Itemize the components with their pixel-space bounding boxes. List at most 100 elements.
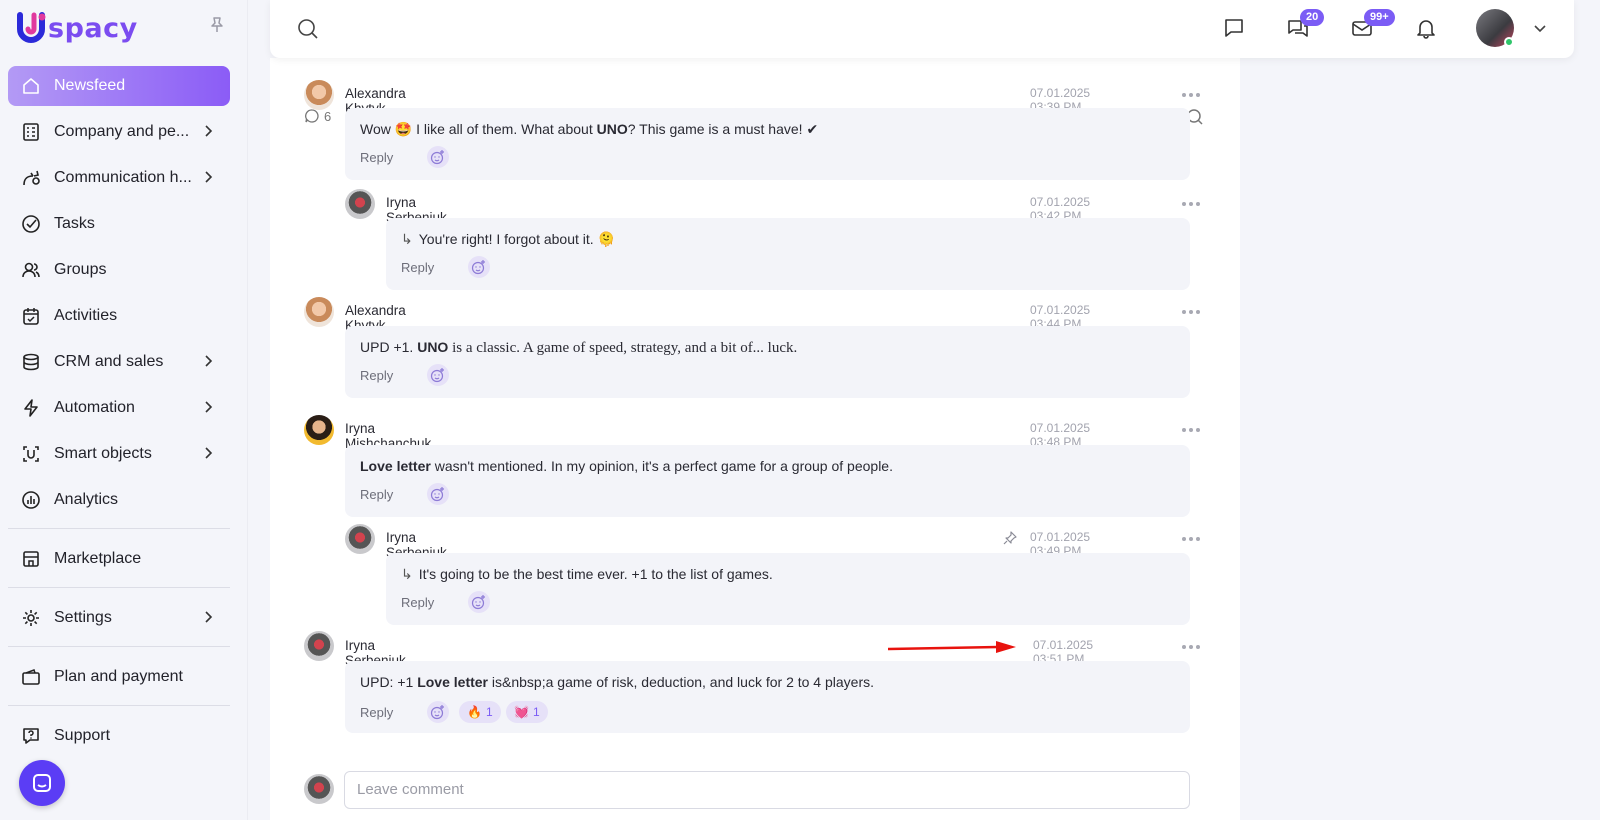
sidebar-nav: Newsfeed Company and pe... Communication… [8, 66, 230, 762]
sidebar-item-tasks[interactable]: Tasks [8, 204, 230, 244]
sidebar-item-analytics[interactable]: Analytics [8, 480, 230, 520]
sidebar-item-label: Tasks [54, 215, 95, 232]
mail-badge: 99+ [1364, 9, 1395, 26]
sidebar-item-label: Plan and payment [54, 668, 183, 685]
notifications-button[interactable] [1412, 14, 1440, 42]
reply-button[interactable]: Reply [360, 487, 393, 502]
reply-arrow-icon: ↳ [401, 231, 413, 247]
sidebar-item-label: Communication h... [54, 169, 192, 186]
right-panel [1240, 58, 1600, 820]
divider [8, 528, 230, 529]
sidebar-item-activities[interactable]: Activities [8, 296, 230, 336]
sidebar-item-label: CRM and sales [54, 353, 164, 370]
reply-button[interactable]: Reply [360, 705, 393, 720]
sidebar-item-groups[interactable]: Groups [8, 250, 230, 290]
pin-icon[interactable] [208, 16, 226, 34]
more-options-icon[interactable] [1182, 428, 1202, 434]
comment-bubble: Love letter wasn't mentioned. In my opin… [345, 445, 1190, 517]
logo-text: spacy [48, 12, 138, 44]
online-status-indicator [1504, 37, 1514, 47]
add-reaction-icon[interactable] [468, 591, 490, 613]
comment-bubble: Wow 🤩 I like all of them. What about UNO… [345, 108, 1190, 180]
more-options-icon[interactable] [1182, 93, 1202, 99]
more-options-icon[interactable] [1182, 645, 1202, 651]
logo-icon [17, 12, 46, 43]
reply-button[interactable]: Reply [401, 595, 434, 610]
comment-text: ↳ You're right! I forgot about it. 🫠 [401, 231, 615, 247]
sidebar-item-support[interactable]: Support [8, 716, 230, 756]
sidebar-item-label: Analytics [54, 491, 119, 508]
messages-button[interactable] [1220, 14, 1248, 42]
search-icon[interactable] [296, 17, 320, 41]
reaction-heart[interactable]: 💓 1 [506, 701, 548, 723]
divider [8, 705, 230, 706]
reply-button[interactable]: Reply [360, 368, 393, 383]
comment-text: Love letter wasn't mentioned. In my opin… [360, 458, 893, 474]
chevron-right-icon [205, 611, 213, 623]
sidebar-item-label: Groups [54, 261, 107, 278]
more-options-icon[interactable] [1182, 202, 1202, 208]
annotation-arrow [888, 641, 1016, 653]
sidebar-item-communication[interactable]: Communication h... [8, 158, 230, 198]
avatar[interactable] [304, 80, 334, 110]
chart-icon [20, 489, 42, 511]
help-icon [20, 725, 42, 747]
sidebar-item-smart-objects[interactable]: Smart objects [8, 434, 230, 474]
sidebar-item-automation[interactable]: Automation [8, 388, 230, 428]
sidebar-item-newsfeed[interactable]: Newsfeed [8, 66, 230, 106]
sidebar-item-marketplace[interactable]: Marketplace [8, 539, 230, 579]
sidebar-item-label: Automation [54, 399, 135, 416]
chat-badge: 20 [1300, 9, 1325, 26]
comment-icon [305, 109, 319, 123]
sidebar-item-settings[interactable]: Settings [8, 598, 230, 638]
sidebar-item-company[interactable]: Company and pe... [8, 112, 230, 152]
sidebar-item-label: Company and pe... [54, 123, 190, 140]
comment-text: UPD +1. UNO is a classic. A game of spee… [360, 339, 798, 356]
divider [8, 587, 230, 588]
bell-icon [1417, 20, 1435, 39]
store-icon [20, 548, 42, 570]
smart-object-icon [20, 443, 42, 465]
lightning-icon [20, 397, 42, 419]
chevron-right-icon [205, 401, 213, 413]
chevron-right-icon [205, 355, 213, 367]
top-header: 20 99+ [270, 0, 1574, 58]
sidebar-item-label: Marketplace [54, 550, 142, 567]
leave-comment-input[interactable]: Leave comment [344, 771, 1190, 809]
add-reaction-icon[interactable] [427, 701, 449, 723]
sidebar-item-label: Settings [54, 609, 112, 626]
reply-button[interactable]: Reply [401, 260, 434, 275]
message-square-icon [1225, 19, 1243, 37]
add-reaction-icon[interactable] [468, 256, 490, 278]
mail-button[interactable]: 99+ [1348, 9, 1395, 42]
comment-count: 6 [304, 108, 331, 124]
divider [8, 646, 230, 647]
pin-icon[interactable] [1002, 530, 1018, 546]
reaction-fire[interactable]: 🔥 1 [459, 701, 501, 723]
add-reaction-icon[interactable] [427, 483, 449, 505]
comment-bubble: ↳ It's going to be the best time ever. +1… [386, 553, 1190, 625]
avatar[interactable] [304, 297, 334, 327]
more-options-icon[interactable] [1182, 537, 1202, 543]
more-options-icon[interactable] [1182, 310, 1202, 316]
chats-button[interactable]: 20 [1284, 9, 1325, 42]
comment-bubble: ↳ You're right! I forgot about it. 🫠 Repl… [386, 218, 1190, 290]
chevron-down-icon[interactable] [1532, 20, 1548, 36]
avatar[interactable] [345, 524, 375, 554]
sidebar-item-plan[interactable]: Plan and payment [8, 657, 230, 697]
communication-icon [20, 167, 42, 189]
sidebar-item-crm[interactable]: CRM and sales [8, 342, 230, 382]
add-reaction-icon[interactable] [427, 146, 449, 168]
sidebar-item-label: Activities [54, 307, 118, 324]
reply-button[interactable]: Reply [360, 150, 393, 165]
live-chat-button[interactable] [19, 760, 65, 806]
logo[interactable]: spacy [14, 10, 138, 46]
sidebar: spacy Newsfeed Company and pe... Communi… [0, 0, 248, 820]
avatar[interactable] [345, 189, 375, 219]
sidebar-item-label: Smart objects [54, 445, 152, 462]
avatar[interactable] [304, 631, 334, 661]
comment-text: UPD: +1 Love letter is&nbsp;a game of ri… [360, 674, 874, 690]
comment-bubble: UPD: +1 Love letter is&nbsp;a game of ri… [345, 661, 1190, 733]
avatar[interactable] [304, 415, 334, 445]
add-reaction-icon[interactable] [427, 364, 449, 386]
